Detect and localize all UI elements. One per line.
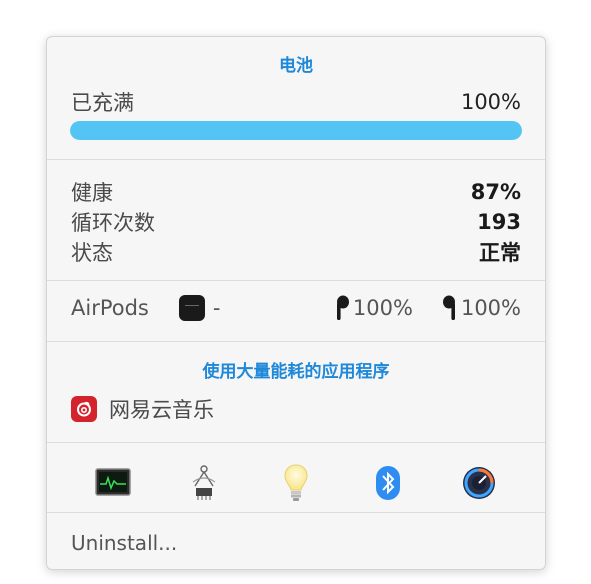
airpod-left-icon [336, 295, 349, 320]
divider [47, 280, 545, 281]
divider [47, 512, 545, 513]
battery-section-title: 电池 [279, 56, 313, 76]
cycle-count-value: 193 [477, 210, 521, 234]
system-information-icon[interactable] [184, 463, 224, 503]
airpods-right-group: 100% [442, 295, 521, 321]
bluetooth-icon[interactable] [368, 463, 408, 503]
battery-status-label: 已充满 [71, 91, 134, 115]
condition-row: 状态 正常 [71, 237, 521, 267]
battery-menu-panel: 电池 已充满 100% 健康 87% 循环次数 193 状态 正常 AirPod… [46, 36, 546, 570]
battery-progress-fill [70, 121, 522, 140]
divider [47, 341, 545, 342]
energy-section-title: 使用大量能耗的应用程序 [202, 362, 390, 382]
battery-progress-bar [70, 121, 522, 140]
health-label: 健康 [71, 181, 113, 205]
cycle-count-label: 循环次数 [71, 211, 155, 235]
condition-label: 状态 [71, 241, 113, 265]
energy-app-name: 网易云音乐 [109, 398, 214, 422]
tool-icon-bar [47, 455, 545, 511]
airpod-left-value: 100% [352, 296, 413, 320]
energy-app-item[interactable]: 网易云音乐 [71, 394, 214, 424]
airpods-left-group: 100% [335, 295, 413, 321]
cycle-count-row: 循环次数 193 [71, 207, 521, 237]
netease-music-icon [71, 396, 97, 422]
airpod-right-value: 100% [460, 296, 521, 320]
divider [47, 442, 545, 443]
airpods-row[interactable]: AirPods - 100% 100% [71, 292, 521, 324]
battery-section-title-wrap: 电池 [47, 51, 545, 76]
istat-menus-icon[interactable] [459, 463, 499, 503]
activity-monitor-icon[interactable] [93, 463, 133, 503]
divider [47, 159, 545, 160]
lightbulb-icon[interactable] [276, 463, 316, 503]
health-value: 87% [470, 180, 521, 204]
battery-charge-value: 100% [460, 90, 521, 114]
airpods-label: AirPods [71, 296, 149, 320]
airpod-right-icon [442, 295, 455, 320]
airpods-case-icon [178, 295, 205, 321]
uninstall-menu-item[interactable]: Uninstall... [71, 531, 177, 555]
battery-charge-row: 已充满 100% [71, 87, 521, 117]
condition-value: 正常 [479, 241, 521, 265]
energy-section-title-wrap: 使用大量能耗的应用程序 [47, 357, 545, 382]
health-row: 健康 87% [71, 177, 521, 207]
airpods-case-value: - [212, 296, 221, 320]
